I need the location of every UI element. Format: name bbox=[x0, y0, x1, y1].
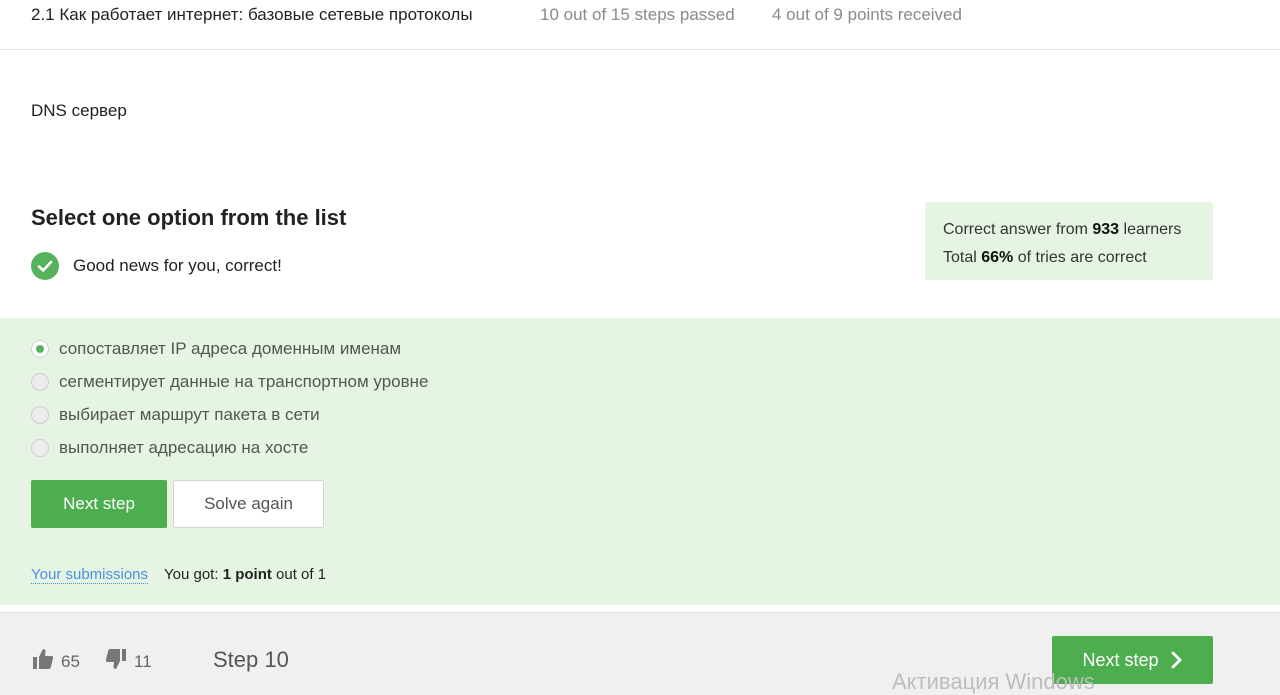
stats-box: Correct answer from 933 learners Total 6… bbox=[925, 202, 1213, 280]
score-points: 1 point bbox=[222, 566, 272, 583]
dislikes-count: 11 bbox=[134, 651, 152, 671]
option-4[interactable]: выполняет адресацию на хосте bbox=[31, 437, 308, 459]
chevron-right-icon bbox=[1171, 651, 1181, 669]
radio[interactable] bbox=[31, 406, 49, 424]
score-text: You got: 1 point out of 1 bbox=[164, 566, 327, 583]
option-label: выбирает маршрут пакета в сети bbox=[59, 405, 320, 424]
thumbs-up-icon bbox=[31, 647, 55, 676]
windows-activation-watermark: Активация Windows bbox=[892, 669, 1095, 694]
dislike-button[interactable]: 11 bbox=[104, 647, 152, 676]
option-label: сопоставляет IP адреса доменным именам bbox=[59, 339, 402, 358]
learners-count: 933 bbox=[1092, 221, 1120, 238]
like-button[interactable]: 65 bbox=[31, 647, 80, 676]
submissions-row: Your submissions You got: 1 point out of… bbox=[31, 566, 326, 584]
stats-percent: Total 66% of tries are correct bbox=[943, 249, 1147, 266]
option-label: выполняет адресацию на хосте bbox=[59, 438, 309, 457]
quiz-heading: Select one option from the list bbox=[31, 205, 347, 230]
step-indicator: Step 10 bbox=[213, 647, 289, 672]
option-1[interactable]: сопоставляет IP адреса доменным именам bbox=[31, 338, 401, 360]
stats-learners: Correct answer from 933 learners bbox=[943, 221, 1182, 238]
radio[interactable] bbox=[31, 373, 49, 391]
your-submissions-link[interactable]: Your submissions bbox=[31, 566, 149, 584]
feedback-message: Good news for you, correct! bbox=[31, 252, 282, 280]
percent-correct: 66% bbox=[981, 249, 1014, 266]
lesson-title[interactable]: 2.1 Как работает интернет: базовые сетев… bbox=[31, 5, 473, 25]
points-progress: 4 out of 9 points received bbox=[772, 5, 962, 24]
question-text: DNS сервер bbox=[31, 101, 127, 120]
top-bar: 2.1 Как работает интернет: базовые сетев… bbox=[0, 0, 1280, 50]
option-3[interactable]: выбирает маршрут пакета в сети bbox=[31, 404, 320, 426]
steps-progress: 10 out of 15 steps passed bbox=[540, 5, 735, 24]
likes-count: 65 bbox=[61, 651, 80, 671]
solve-again-button[interactable]: Solve again bbox=[173, 480, 324, 528]
next-step-button[interactable]: Next step bbox=[31, 480, 167, 528]
option-label: сегментирует данные на транспортном уров… bbox=[59, 372, 429, 391]
radio-selected[interactable] bbox=[31, 340, 49, 358]
footer-next-step-label: Next step bbox=[1082, 649, 1159, 670]
radio[interactable] bbox=[31, 439, 49, 457]
option-2[interactable]: сегментирует данные на транспортном уров… bbox=[31, 371, 429, 393]
thumbs-down-icon bbox=[104, 647, 128, 676]
check-icon bbox=[31, 252, 59, 280]
answer-area: сопоставляет IP адреса доменным именам с… bbox=[0, 318, 1280, 605]
feedback-text: Good news for you, correct! bbox=[73, 256, 282, 275]
